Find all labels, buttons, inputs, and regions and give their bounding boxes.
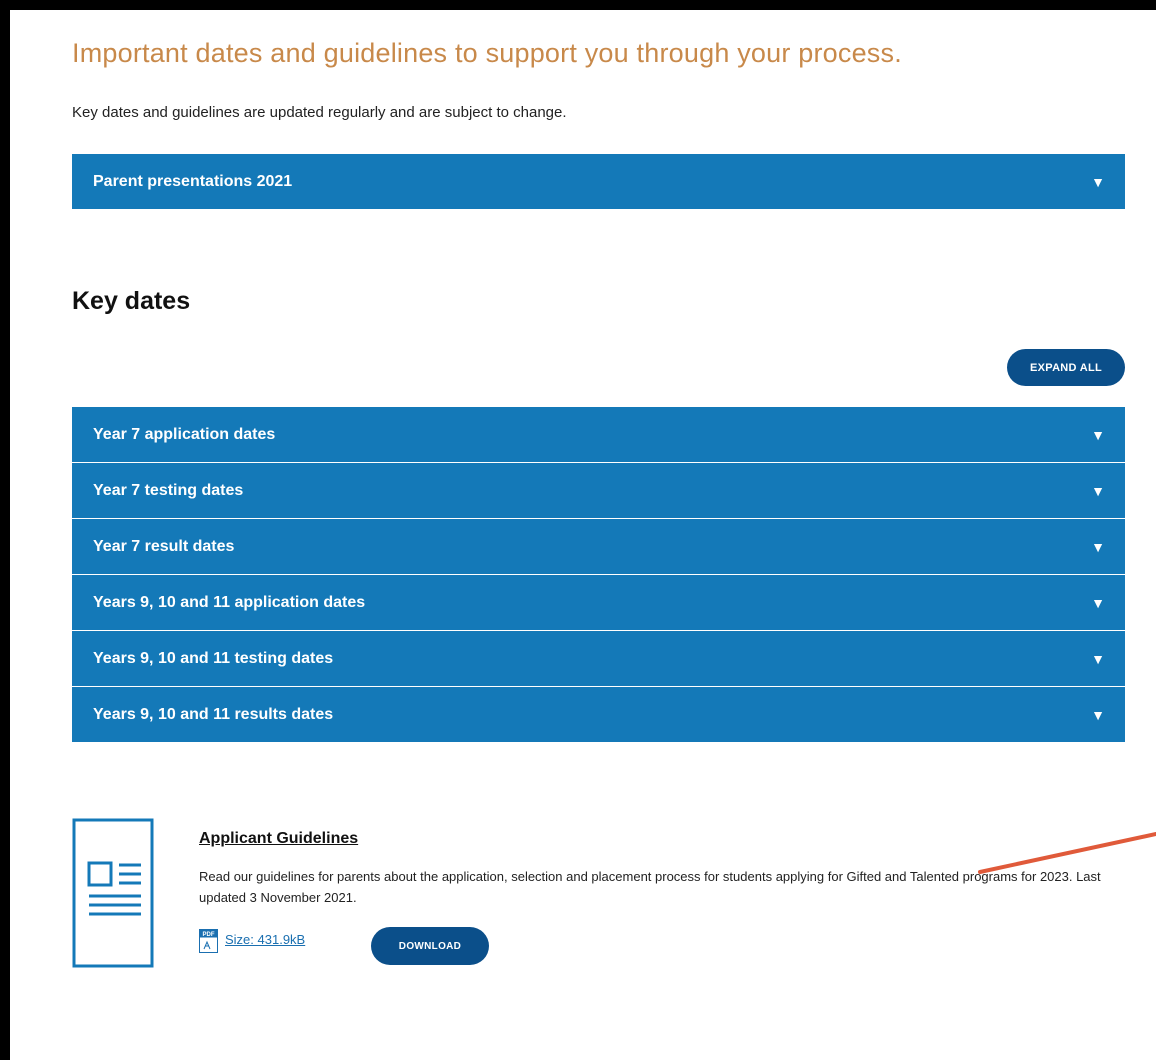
caret-down-icon: ▼: [1091, 594, 1105, 611]
page-frame: Important dates and guidelines to suppor…: [10, 10, 1156, 1060]
accordion-item-year7-testing[interactable]: Year 7 testing dates ▼: [72, 463, 1125, 518]
download-button[interactable]: DOWNLOAD: [371, 927, 489, 965]
accordion-parent-presentations[interactable]: Parent presentations 2021 ▼: [72, 154, 1125, 209]
accordion-label: Year 7 testing dates: [93, 481, 244, 499]
key-dates-heading: Key dates: [72, 287, 191, 315]
document-description: Read our guidelines for parents about th…: [199, 869, 1101, 905]
accordion-label: Year 7 result dates: [93, 537, 235, 555]
intro-text: Key dates and guidelines are updated reg…: [72, 104, 567, 121]
accordion-item-years9-11-results[interactable]: Years 9, 10 and 11 results dates ▼: [72, 687, 1125, 742]
accordion-item-year7-results[interactable]: Year 7 result dates ▼: [72, 519, 1125, 574]
document-title-link[interactable]: Applicant Guidelines: [199, 830, 358, 848]
accordion-label: Parent presentations 2021: [93, 172, 293, 190]
caret-down-icon: ▼: [1091, 706, 1105, 723]
document-size-link[interactable]: Size: 431.9kB: [225, 932, 305, 947]
document-icon: [72, 818, 154, 968]
intro-title: Important dates and guidelines to suppor…: [72, 38, 902, 68]
caret-down-icon: ▼: [1091, 538, 1105, 555]
accordion-item-years9-11-application[interactable]: Years 9, 10 and 11 application dates ▼: [72, 575, 1125, 630]
accordion-item-year7-application[interactable]: Year 7 application dates ▼: [72, 407, 1125, 462]
caret-down-icon: ▼: [1091, 426, 1105, 443]
caret-down-icon: ▼: [1091, 173, 1105, 190]
accordion-item-years9-11-testing[interactable]: Years 9, 10 and 11 testing dates ▼: [72, 631, 1125, 686]
accordion-label: Year 7 application dates: [93, 425, 276, 443]
svg-text:PDF: PDF: [203, 932, 215, 938]
pdf-icon: PDF: [199, 929, 218, 953]
accordion-label: Years 9, 10 and 11 application dates: [93, 593, 366, 611]
expand-all-button[interactable]: EXPAND ALL: [1007, 349, 1125, 386]
accordion-label: Years 9, 10 and 11 results dates: [93, 705, 334, 723]
accordion-label: Years 9, 10 and 11 testing dates: [93, 649, 334, 667]
caret-down-icon: ▼: [1091, 650, 1105, 667]
caret-down-icon: ▼: [1091, 482, 1105, 499]
key-dates-accordion: Year 7 application dates ▼ Year 7 testin…: [72, 407, 1125, 743]
